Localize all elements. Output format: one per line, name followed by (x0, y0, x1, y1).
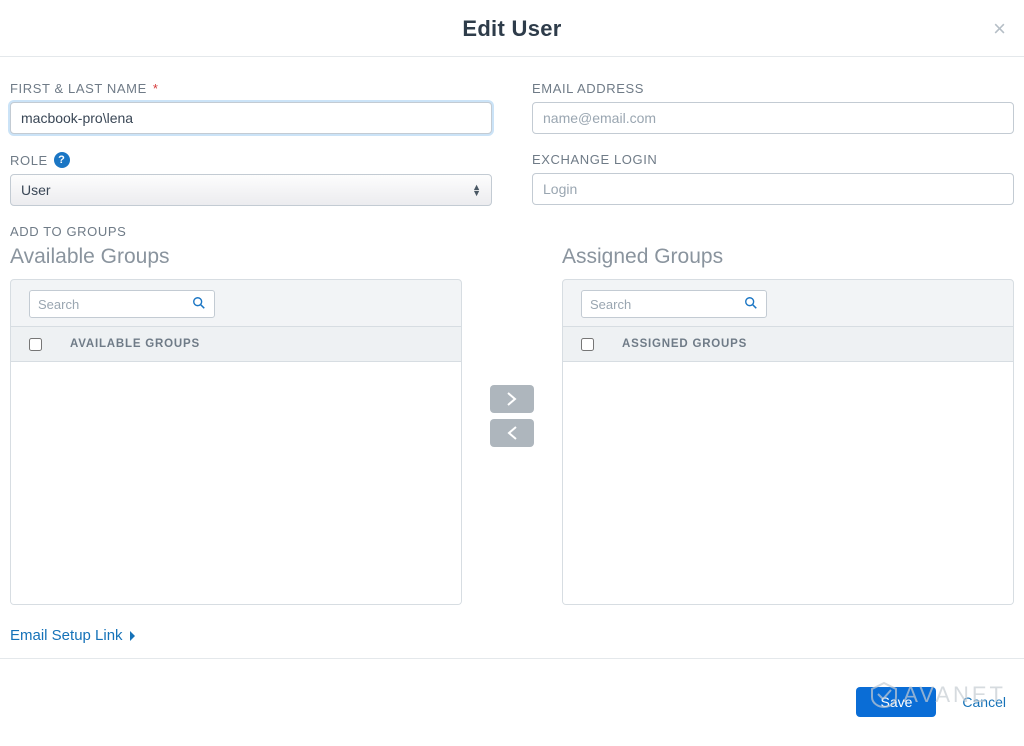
move-left-button[interactable] (490, 419, 534, 447)
assigned-groups-search[interactable] (581, 290, 767, 318)
available-groups-search-input[interactable] (38, 292, 192, 316)
assigned-select-all-checkbox[interactable] (581, 338, 594, 351)
assigned-groups-panel: ASSIGNED GROUPS (562, 279, 1014, 605)
email-address-label: EMAIL ADDRESS (532, 81, 1014, 96)
assigned-groups-column-header: ASSIGNED GROUPS (622, 338, 747, 350)
assigned-groups-title: Assigned Groups (562, 245, 1014, 269)
help-icon[interactable]: ? (54, 152, 70, 168)
available-groups-panel: AVAILABLE GROUPS (10, 279, 462, 605)
first-last-name-label: FIRST & LAST NAME* (10, 81, 492, 96)
save-button[interactable]: Save (856, 687, 936, 717)
page-title: Edit User (0, 16, 1024, 42)
available-groups-column-header: AVAILABLE GROUPS (70, 338, 200, 350)
exchange-login-label: EXCHANGE LOGIN (532, 152, 1014, 167)
assigned-groups-list (563, 362, 1013, 604)
role-label: ROLE ? (10, 152, 492, 168)
add-to-groups-label: ADD TO GROUPS (10, 224, 1014, 239)
cancel-button[interactable]: Cancel (962, 694, 1006, 710)
search-icon[interactable] (192, 296, 206, 313)
chevron-right-icon (129, 630, 137, 642)
chevron-updown-icon: ▲▼ (472, 184, 481, 196)
available-groups-search[interactable] (29, 290, 215, 318)
available-groups-list (11, 362, 461, 604)
role-select[interactable]: User ▲▼ (10, 174, 492, 206)
available-select-all-checkbox[interactable] (29, 338, 42, 351)
move-right-button[interactable] (490, 385, 534, 413)
email-address-input[interactable] (532, 102, 1014, 134)
close-icon[interactable]: × (993, 16, 1006, 42)
exchange-login-input[interactable] (532, 173, 1014, 205)
available-groups-title: Available Groups (10, 245, 462, 269)
assigned-groups-search-input[interactable] (590, 292, 744, 316)
email-setup-link[interactable]: Email Setup Link (10, 627, 137, 644)
first-last-name-input[interactable] (10, 102, 492, 134)
search-icon[interactable] (744, 296, 758, 313)
